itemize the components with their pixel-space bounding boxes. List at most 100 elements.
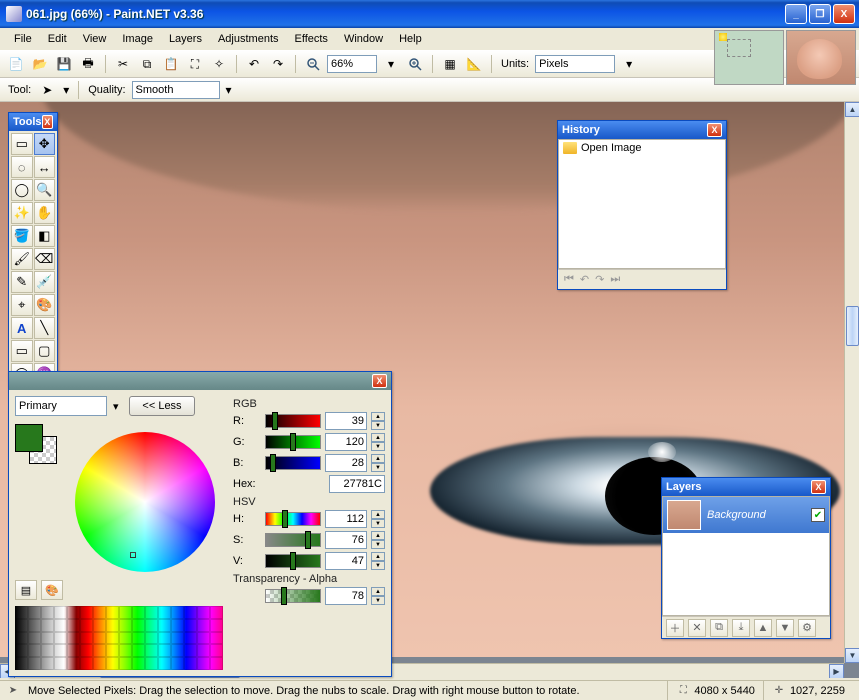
- palette-cell[interactable]: [171, 644, 184, 657]
- palette-cell[interactable]: [184, 632, 197, 645]
- history-rewind-icon[interactable]: ⏮: [564, 273, 574, 286]
- palette-cell[interactable]: [119, 644, 132, 657]
- palette-cell[interactable]: [54, 619, 67, 632]
- image-thumbnail-1[interactable]: [714, 30, 784, 85]
- color-swatches[interactable]: [15, 424, 57, 464]
- palette-cell[interactable]: [28, 606, 41, 619]
- palette-cell[interactable]: [93, 657, 106, 670]
- color-mode-select[interactable]: [15, 396, 107, 416]
- history-undo-icon[interactable]: ↶: [580, 273, 589, 286]
- menu-image[interactable]: Image: [114, 31, 161, 47]
- layer-visibility-checkbox[interactable]: ✔: [811, 508, 825, 522]
- palette-cell[interactable]: [197, 606, 210, 619]
- move-up-icon[interactable]: ▲: [754, 619, 772, 637]
- menu-help[interactable]: Help: [391, 31, 430, 47]
- color-wheel[interactable]: [75, 432, 215, 572]
- menu-edit[interactable]: Edit: [40, 31, 75, 47]
- minimize-button[interactable]: _: [785, 4, 807, 24]
- primary-color-swatch[interactable]: [15, 424, 43, 452]
- history-panel-close-icon[interactable]: X: [707, 123, 722, 137]
- g-spinner[interactable]: ▲▼: [371, 433, 385, 451]
- palette-cell[interactable]: [15, 632, 28, 645]
- palette-cell[interactable]: [15, 644, 28, 657]
- palette-cell[interactable]: [106, 644, 119, 657]
- palette-cell[interactable]: [119, 619, 132, 632]
- current-tool-icon[interactable]: ➤: [37, 80, 57, 100]
- menu-effects[interactable]: Effects: [287, 31, 336, 47]
- palette-cell[interactable]: [106, 606, 119, 619]
- palette-cell[interactable]: [171, 632, 184, 645]
- paste-icon[interactable]: 📋: [161, 54, 181, 74]
- rounded-rect-tool-icon[interactable]: ▢: [34, 340, 56, 362]
- palette-cell[interactable]: [15, 619, 28, 632]
- crop-icon[interactable]: ⛶: [185, 54, 205, 74]
- palette-cell[interactable]: [197, 644, 210, 657]
- palette-cell[interactable]: [80, 619, 93, 632]
- palette-cell[interactable]: [184, 657, 197, 670]
- scroll-right-icon[interactable]: ▶: [829, 664, 844, 678]
- menu-view[interactable]: View: [75, 31, 115, 47]
- palette-cell[interactable]: [28, 632, 41, 645]
- palette-cell[interactable]: [41, 619, 54, 632]
- zoom-out-icon[interactable]: [303, 54, 323, 74]
- palette-cell[interactable]: [119, 606, 132, 619]
- palette-cell[interactable]: [15, 657, 28, 670]
- palette-cell[interactable]: [184, 606, 197, 619]
- layers-panel-close-icon[interactable]: X: [811, 480, 826, 494]
- undo-icon[interactable]: ↶: [244, 54, 264, 74]
- palette-cell[interactable]: [171, 619, 184, 632]
- duplicate-layer-icon[interactable]: ⧉: [710, 619, 728, 637]
- b-spinner[interactable]: ▲▼: [371, 454, 385, 472]
- zoom-in-icon[interactable]: [405, 54, 425, 74]
- pencil-tool-icon[interactable]: ✎: [11, 271, 33, 293]
- new-file-icon[interactable]: 📄: [6, 54, 26, 74]
- h-input[interactable]: [325, 510, 367, 528]
- g-slider[interactable]: [265, 435, 321, 449]
- palette-cell[interactable]: [106, 632, 119, 645]
- move-tool-icon[interactable]: ✥: [34, 133, 56, 155]
- palette-cell[interactable]: [132, 619, 145, 632]
- zoom-dropdown-icon[interactable]: ▾: [381, 54, 401, 74]
- open-file-icon[interactable]: 📂: [30, 54, 50, 74]
- palette-cell[interactable]: [41, 606, 54, 619]
- scroll-down-icon[interactable]: ▼: [845, 648, 859, 663]
- palette-cell[interactable]: [145, 657, 158, 670]
- palette-cell[interactable]: [171, 606, 184, 619]
- palette-cell[interactable]: [158, 657, 171, 670]
- b-input[interactable]: [325, 454, 367, 472]
- ellipse-select-tool-icon[interactable]: ◯: [11, 179, 33, 201]
- r-input[interactable]: [325, 412, 367, 430]
- palette-cell[interactable]: [197, 619, 210, 632]
- palette-cell[interactable]: [132, 644, 145, 657]
- menu-adjustments[interactable]: Adjustments: [210, 31, 287, 47]
- palette-cell[interactable]: [197, 632, 210, 645]
- palette-cell[interactable]: [80, 606, 93, 619]
- text-tool-icon[interactable]: A: [11, 317, 33, 339]
- palette-cell[interactable]: [210, 606, 223, 619]
- ruler-icon[interactable]: 📐: [464, 54, 484, 74]
- palette-cell[interactable]: [184, 644, 197, 657]
- paint-bucket-tool-icon[interactable]: 🪣: [11, 225, 33, 247]
- palette-cell[interactable]: [93, 619, 106, 632]
- palette-cell[interactable]: [132, 606, 145, 619]
- layer-item[interactable]: Background ✔: [663, 497, 829, 533]
- palette-cell[interactable]: [93, 606, 106, 619]
- palette-cell[interactable]: [145, 606, 158, 619]
- s-slider[interactable]: [265, 533, 321, 547]
- rect-select-tool-icon[interactable]: ▭: [11, 133, 33, 155]
- palette-cell[interactable]: [106, 657, 119, 670]
- history-item[interactable]: Open Image: [559, 140, 725, 156]
- move-down-icon[interactable]: ▼: [776, 619, 794, 637]
- palette-cell[interactable]: [28, 619, 41, 632]
- palette-cell[interactable]: [15, 606, 28, 619]
- quality-dropdown-icon[interactable]: ▾: [224, 80, 234, 100]
- palette-cell[interactable]: [119, 657, 132, 670]
- palette-cell[interactable]: [158, 644, 171, 657]
- color-picker-tool-icon[interactable]: 💉: [34, 271, 56, 293]
- deselect-icon[interactable]: ✧: [209, 54, 229, 74]
- palette-cell[interactable]: [210, 619, 223, 632]
- pan-tool-icon[interactable]: ✋: [34, 202, 56, 224]
- units-dropdown-icon[interactable]: ▾: [619, 54, 639, 74]
- redo-icon[interactable]: ↷: [268, 54, 288, 74]
- less-button[interactable]: << Less: [129, 396, 195, 416]
